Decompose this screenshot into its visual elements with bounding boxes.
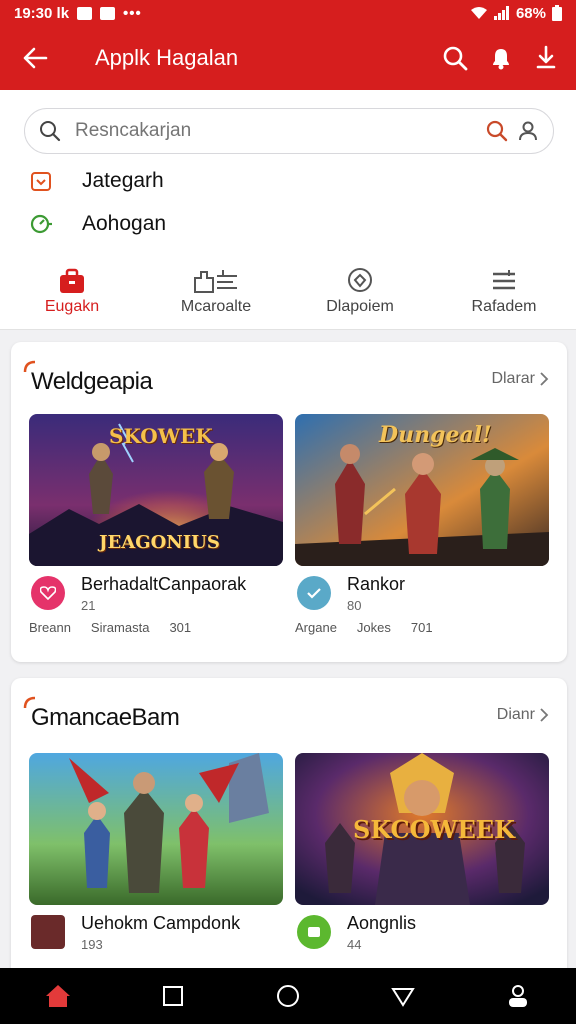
notification-icon	[100, 6, 116, 20]
section-accent-icon	[23, 696, 36, 709]
chevron-right-icon	[540, 708, 549, 722]
play-icon	[297, 915, 331, 949]
tab-label: Mcaroalte	[180, 298, 252, 315]
notifications-button[interactable]	[488, 45, 514, 71]
game-name: BerhadaltCanpaorak	[81, 574, 247, 594]
calendar-icon	[28, 168, 54, 194]
search-submit-icon[interactable]	[485, 119, 509, 143]
category-tabs: Eugakn Mcaroalte Dlapoiem Rafadem	[0, 258, 576, 330]
quick-link-timer[interactable]: Aohogan	[28, 211, 166, 237]
see-all-link[interactable]: Dianr	[497, 706, 549, 724]
download-button[interactable]	[534, 45, 558, 71]
arrow-left-icon	[23, 47, 48, 69]
game-name: Uehokm Campdonk	[81, 913, 241, 933]
game-stat: Argane	[295, 620, 337, 635]
heart-icon	[31, 576, 65, 610]
tab-label: Rafadem	[471, 298, 537, 315]
notification-icon	[77, 6, 93, 20]
search-icon	[443, 46, 468, 71]
bell-icon	[493, 49, 509, 70]
home-icon[interactable]	[38, 976, 78, 1016]
thumbnail-title: Dungeal!	[379, 422, 492, 448]
quick-link-label: Aohogan	[82, 212, 167, 235]
status-time: 19:30 lk	[14, 4, 70, 22]
back-button[interactable]	[0, 26, 70, 90]
game-stat: 301	[169, 620, 192, 635]
game-rank: 21	[81, 598, 96, 613]
more-notifications-icon: •••	[123, 4, 142, 22]
search-bar[interactable]	[24, 108, 554, 154]
tab-rafadem[interactable]: Rafadem	[432, 258, 576, 329]
game-name: Aongnlis	[347, 913, 417, 933]
game-rank: 80	[347, 598, 362, 613]
game-card[interactable]: SKOWEK JEAGONIUS BerhadaltCanpaorak 21 B…	[29, 414, 283, 666]
game-thumbnail[interactable]: SKOWEK JEAGONIUS	[29, 414, 283, 566]
chevron-right-icon	[540, 372, 549, 386]
battery-icon	[552, 5, 562, 21]
see-all-link[interactable]: Dlarar	[491, 370, 549, 388]
game-stat: Breann	[29, 620, 71, 635]
search-icon	[39, 120, 61, 142]
game-thumbnail[interactable]	[29, 753, 283, 905]
tab-eugakn[interactable]: Eugakn	[0, 258, 144, 329]
page-title: Applk Hagalan	[95, 45, 239, 70]
thumbnail-subtitle: JEAGONIUS	[99, 532, 220, 553]
tab-mcaroalte[interactable]: Mcaroalte	[144, 258, 288, 329]
game-card[interactable]: Dungeal! Rankor 80 Argane Jokes 701	[295, 414, 549, 666]
thumbnail-title: SKCOWEEK	[353, 815, 515, 844]
see-all-label: Dianr	[496, 706, 535, 723]
user-icon[interactable]	[517, 120, 539, 142]
app-bar: Applk Hagalan	[0, 26, 576, 90]
game-thumbnail[interactable]: Dungeal!	[295, 414, 549, 566]
quick-link-calendar[interactable]: Jategarh	[28, 168, 164, 194]
search-button[interactable]	[442, 45, 468, 71]
section-title: GmancaeBam	[31, 704, 180, 731]
tab-label: Dlapoiem	[326, 298, 394, 315]
puzzle-icon	[191, 264, 241, 298]
profile-icon[interactable]	[498, 976, 538, 1016]
game-thumbnail[interactable]: SKCOWEEK	[295, 753, 549, 905]
avatar-icon	[31, 915, 65, 949]
search-input[interactable]	[75, 120, 485, 142]
menu-icon	[489, 264, 519, 298]
timer-icon	[28, 211, 54, 237]
game-stat: Jokes	[356, 620, 391, 635]
section-accent-icon	[23, 360, 36, 373]
briefcase-icon	[57, 264, 87, 298]
triangle-icon[interactable]	[383, 976, 423, 1016]
game-stat: 701	[410, 620, 433, 635]
tab-dlapoiem[interactable]: Dlapoiem	[288, 258, 432, 329]
bottom-navigation	[0, 968, 576, 1024]
location-icon	[345, 264, 375, 298]
status-bar: 19:30 lk ••• 68%	[0, 0, 576, 26]
square-icon[interactable]	[153, 976, 193, 1016]
thumbnail-title: SKOWEK	[109, 424, 213, 448]
game-rank: 193	[81, 937, 103, 952]
section-title: Weldgeapia	[31, 368, 153, 395]
section-card: Weldgeapia Dlarar SKOWEK JEAGONIUS Berha…	[11, 342, 567, 662]
see-all-label: Dlarar	[491, 370, 535, 387]
check-icon	[297, 576, 331, 610]
game-stat: Siramasta	[90, 620, 150, 635]
battery-level: 68%	[515, 4, 546, 22]
circle-icon[interactable]	[268, 976, 308, 1016]
game-name: Rankor	[347, 574, 406, 594]
wifi-icon	[470, 6, 488, 20]
tab-label: Eugakn	[44, 298, 100, 315]
section-card: GmancaeBam Dianr Uehokm Campdonk 193 SKC…	[11, 678, 567, 978]
game-rank: 44	[347, 937, 362, 952]
quick-link-label: Jategarh	[82, 169, 164, 192]
download-icon	[536, 45, 556, 69]
signal-icon	[493, 6, 510, 20]
